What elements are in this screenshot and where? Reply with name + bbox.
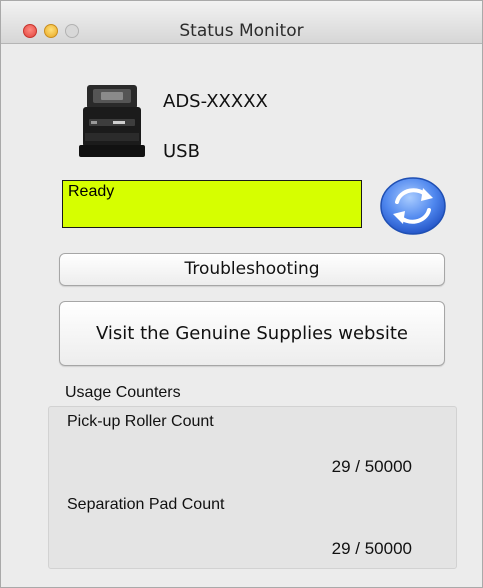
connection-type: USB <box>163 141 200 162</box>
separation-pad-count-label: Separation Pad Count <box>67 496 225 513</box>
window-title: Status Monitor <box>179 21 304 41</box>
usage-counters-panel: Pick-up Roller Count 29 / 50000 Separati… <box>48 406 457 569</box>
troubleshooting-button[interactable]: Troubleshooting <box>59 253 445 286</box>
status-display: Ready <box>62 180 362 228</box>
title-bar: Status Monitor <box>1 1 482 44</box>
refresh-button[interactable] <box>379 176 447 236</box>
device-model: ADS-XXXXX <box>163 91 268 112</box>
pickup-roller-count-value: 29 / 50000 <box>331 457 412 476</box>
scanner-icon <box>79 85 145 157</box>
status-monitor-window: Status Monitor ADS-XXXXX USB Ready Troub… <box>0 0 483 588</box>
usage-counters-label: Usage Counters <box>65 384 181 401</box>
genuine-supplies-button[interactable]: Visit the Genuine Supplies website <box>59 301 445 366</box>
separation-pad-count-value: 29 / 50000 <box>331 539 412 558</box>
status-text: Ready <box>68 183 115 200</box>
pickup-roller-count-label: Pick-up Roller Count <box>67 413 214 430</box>
